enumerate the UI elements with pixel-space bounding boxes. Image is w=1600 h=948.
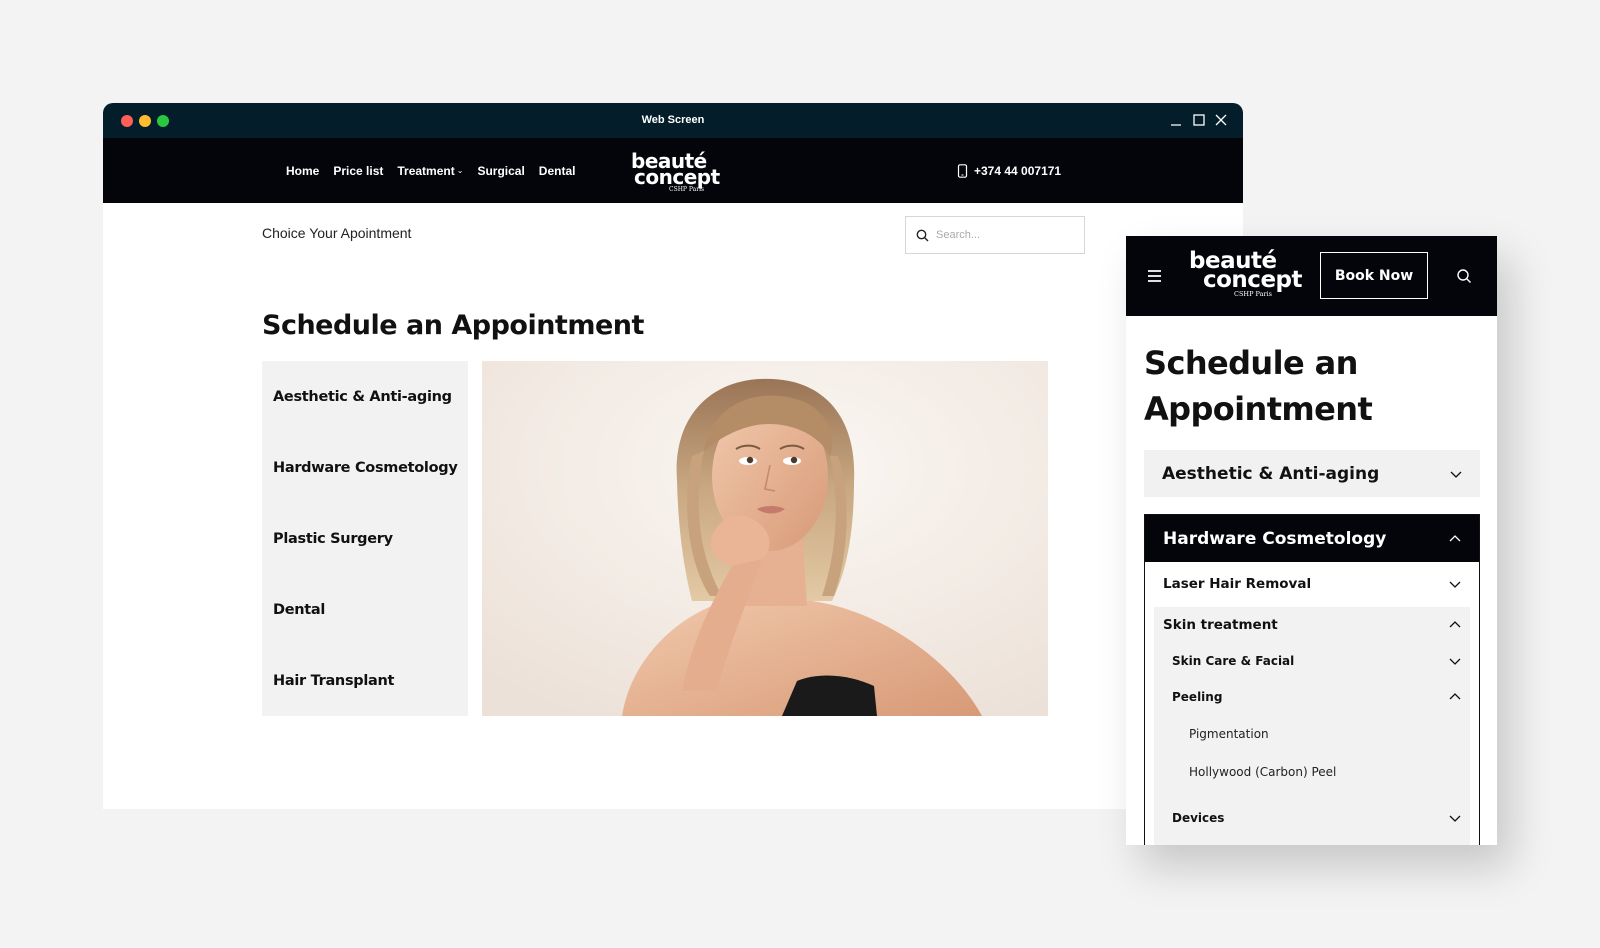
window-title: Web Screen	[641, 114, 705, 126]
phone-icon	[957, 163, 968, 178]
minimize-icon[interactable]	[1169, 113, 1183, 127]
window-titlebar: Web Screen	[103, 103, 1243, 138]
phone-link[interactable]: +374 44 007171	[957, 138, 1061, 203]
peeling-label: Peeling	[1172, 690, 1223, 704]
pigmentation-label: Pigmentation	[1189, 727, 1269, 741]
nav-treatment-label: Treatment	[397, 163, 455, 178]
chevron-up-icon	[1449, 693, 1461, 700]
mobile-title-line-2: Appointment	[1144, 390, 1373, 428]
choice-label: Choice Your Apointment	[262, 225, 412, 241]
chevron-down-icon	[1449, 815, 1461, 822]
close-icon[interactable]	[1214, 113, 1228, 127]
category-hardware[interactable]: Hardware Cosmetology	[273, 460, 458, 476]
search-input[interactable]	[936, 229, 1066, 241]
search-icon[interactable]	[1456, 268, 1472, 284]
nav-surgical[interactable]: Surgical	[477, 164, 524, 178]
item-hollywood-peel[interactable]: Hollywood (Carbon) Peel	[1154, 753, 1470, 791]
mobile-logo[interactable]: beauté concept CSHP Paris	[1189, 250, 1303, 298]
site-logo[interactable]: beauté concept CSHP Paris	[631, 151, 720, 193]
skin-treatment-group: Skin treatment Skin Care & Facial Peelin…	[1154, 607, 1470, 845]
mobile-header: beauté concept CSHP Paris Book Now	[1126, 236, 1497, 316]
maximize-icon[interactable]	[1192, 113, 1206, 127]
accordion-hardware: Hardware Cosmetology Laser Hair Removal …	[1144, 514, 1480, 845]
chevron-down-icon	[1450, 471, 1462, 478]
nav-dental[interactable]: Dental	[539, 164, 576, 178]
item-peeling[interactable]: Peeling	[1154, 679, 1470, 715]
skin-care-label: Skin Care & Facial	[1172, 654, 1295, 668]
item-skin-care-facial[interactable]: Skin Care & Facial	[1154, 643, 1470, 679]
mobile-title-line-1: Schedule an	[1144, 344, 1358, 382]
phone-number: +374 44 007171	[974, 163, 1062, 178]
item-skin-treatment[interactable]: Skin treatment	[1154, 607, 1470, 643]
category-dental[interactable]: Dental	[273, 602, 457, 618]
devices-label: Devices	[1172, 811, 1225, 825]
chevron-up-icon	[1449, 534, 1461, 541]
page-title: Schedule an Appointment	[262, 310, 644, 341]
item-pigmentation[interactable]: Pigmentation	[1154, 715, 1470, 753]
accordion-hardware-header[interactable]: Hardware Cosmetology	[1145, 515, 1479, 562]
mobile-page-title: Schedule an Appointment	[1144, 340, 1373, 432]
nav-price-list[interactable]: Price list	[333, 164, 383, 178]
search-icon	[916, 229, 929, 241]
category-hair-transplant[interactable]: Hair Transplant	[273, 673, 457, 689]
accordion-aesthetic-label: Aesthetic & Anti-aging	[1162, 463, 1380, 484]
item-laser-hair-removal[interactable]: Laser Hair Removal	[1145, 566, 1479, 602]
accordion-hardware-label: Hardware Cosmetology	[1163, 528, 1387, 549]
skin-treatment-label: Skin treatment	[1163, 617, 1278, 633]
logo-line-2: concept	[1203, 266, 1303, 293]
nav-treatment[interactable]: Treatment ⌄	[397, 164, 463, 178]
logo-line-2: concept	[634, 165, 720, 190]
accordion-aesthetic[interactable]: Aesthetic & Anti-aging	[1144, 450, 1480, 497]
chevron-down-icon	[1449, 581, 1461, 588]
sub-header: Choice Your Apointment	[103, 203, 1243, 269]
hamburger-menu-icon[interactable]	[1147, 269, 1162, 283]
desktop-window: Web Screen Home Price list Treatment ⌄ S…	[103, 103, 1243, 809]
chevron-down-icon: ⌄	[456, 166, 464, 175]
mobile-preview: beauté concept CSHP Paris Book Now Sched…	[1126, 236, 1497, 845]
search-box[interactable]	[905, 216, 1085, 254]
site-navbar: Home Price list Treatment ⌄ Surgical Den…	[103, 138, 1243, 203]
nav-home[interactable]: Home	[286, 164, 319, 178]
hollywood-label: Hollywood (Carbon) Peel	[1189, 765, 1337, 779]
laser-label: Laser Hair Removal	[1163, 576, 1312, 592]
hero-image	[482, 361, 1048, 716]
category-plastic-surgery[interactable]: Plastic Surgery	[273, 531, 457, 547]
woman-portrait-illustration	[482, 361, 1048, 716]
book-now-button[interactable]: Book Now	[1320, 252, 1428, 299]
nav-links: Home Price list Treatment ⌄ Surgical Den…	[286, 138, 575, 203]
item-devices[interactable]: Devices	[1154, 800, 1470, 836]
category-aesthetic[interactable]: Aesthetic & Anti-aging	[273, 389, 457, 405]
chevron-down-icon	[1449, 658, 1461, 665]
chevron-up-icon	[1449, 621, 1461, 628]
category-list: Aesthetic & Anti-aging Hardware Cosmetol…	[262, 361, 468, 716]
